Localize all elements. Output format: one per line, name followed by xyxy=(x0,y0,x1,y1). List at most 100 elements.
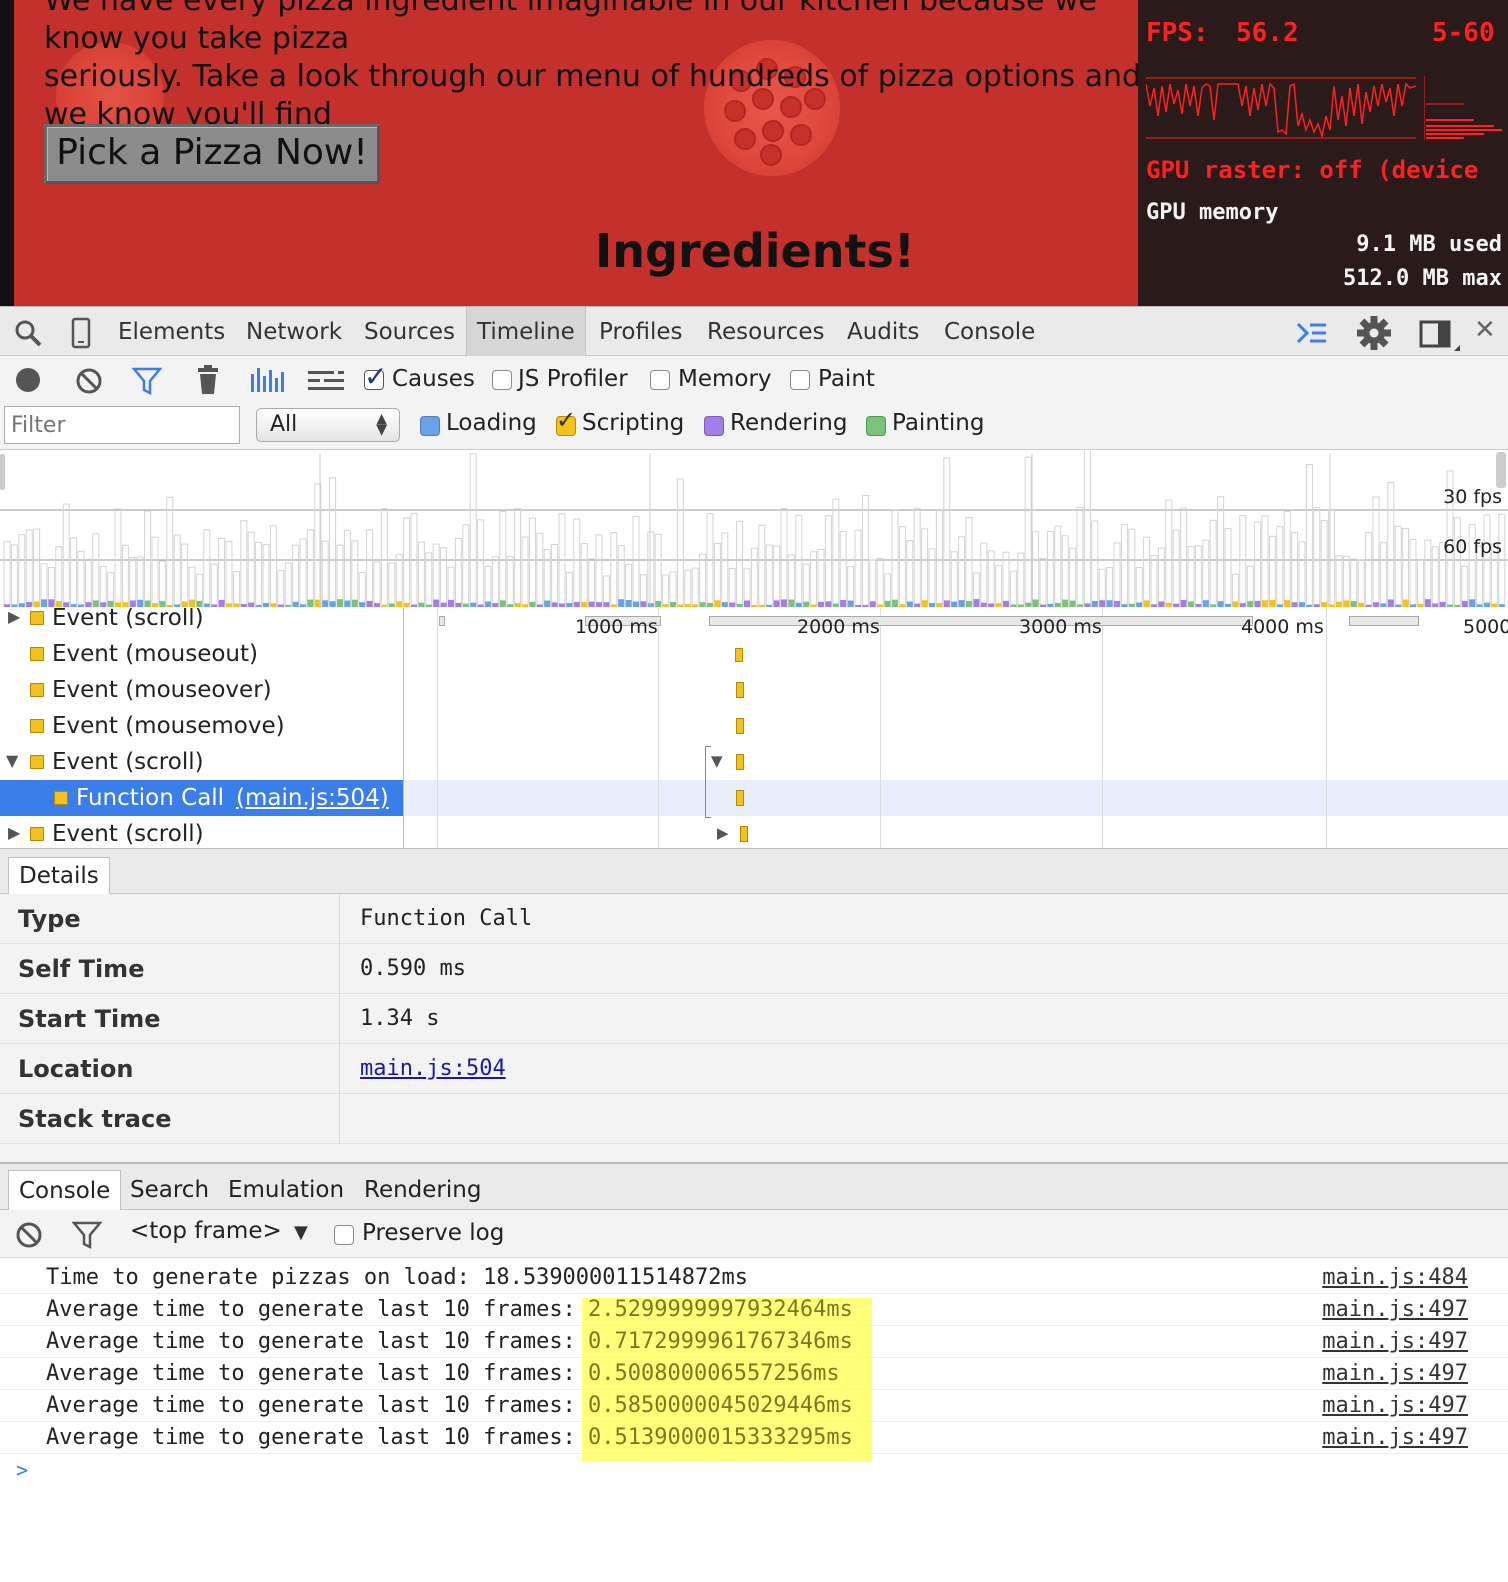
frame-bar xyxy=(750,547,758,607)
frame-bar xyxy=(329,477,337,607)
flame-view-icon[interactable] xyxy=(306,368,346,392)
search-icon[interactable] xyxy=(14,319,42,347)
tab-console[interactable]: Console xyxy=(934,307,1045,357)
pick-pizza-button[interactable]: Pick a Pizza Now! xyxy=(44,124,380,184)
frame-bar-fill xyxy=(92,600,99,607)
frame-bar-fill xyxy=(936,603,943,607)
frame-bar xyxy=(403,517,411,607)
expand-arrow-icon[interactable]: ▶ xyxy=(8,815,20,848)
frame-bar xyxy=(1017,552,1025,607)
frame-bar-fill xyxy=(470,602,477,607)
frame-bar-fill xyxy=(218,599,225,607)
record-row[interactable]: ▶ Event (scroll) xyxy=(0,608,403,636)
console-source-link[interactable]: main.js:484 xyxy=(1322,1262,1468,1294)
drawer-tab-rendering[interactable]: Rendering xyxy=(364,1170,481,1210)
record-row[interactable]: Event (mouseover) xyxy=(0,672,403,708)
rendering-checkbox[interactable] xyxy=(704,416,724,436)
console-source-link[interactable]: main.js:497 xyxy=(1322,1358,1468,1390)
tab-network[interactable]: Network xyxy=(236,307,352,357)
drawer-tab-emulation[interactable]: Emulation xyxy=(228,1170,344,1210)
frame-bar xyxy=(595,534,603,607)
frame-bar xyxy=(795,514,803,607)
category-select[interactable]: All ▲ ▼ xyxy=(256,408,400,442)
trash-icon[interactable] xyxy=(196,364,220,396)
frame-selector[interactable]: <top frame> xyxy=(130,1218,282,1244)
dropdown-arrow-icon[interactable]: ▼ xyxy=(294,1222,308,1243)
frame-bar xyxy=(1335,555,1343,607)
frame-bar xyxy=(928,548,936,607)
details-location-link[interactable]: main.js:504 xyxy=(360,1044,506,1094)
preserve-log-checkbox[interactable] xyxy=(334,1225,354,1245)
collapse-arrow-icon[interactable]: ▼ xyxy=(711,752,723,770)
dock-side-icon[interactable] xyxy=(1418,319,1462,353)
frame-bar xyxy=(1342,555,1350,607)
frame-bar-fill xyxy=(1491,603,1498,607)
painting-checkbox[interactable] xyxy=(866,416,886,436)
overview-right-handle[interactable] xyxy=(1496,452,1506,488)
record-bar[interactable] xyxy=(736,682,744,698)
console-source-link[interactable]: main.js:497 xyxy=(1322,1294,1468,1326)
console-prompt[interactable]: > xyxy=(16,1458,28,1482)
frame-bar xyxy=(743,568,751,607)
device-mode-icon[interactable] xyxy=(70,317,92,349)
tab-resources[interactable]: Resources xyxy=(697,307,834,357)
console-message-value: 0.7172999961767346ms xyxy=(588,1329,853,1354)
frame-bar-fill xyxy=(892,599,898,607)
record-row[interactable]: Event (mouseout) xyxy=(0,636,403,672)
frame-bar xyxy=(1350,558,1358,607)
filter-input[interactable] xyxy=(4,406,240,444)
gear-icon[interactable] xyxy=(1356,315,1392,351)
drawer-tab-console[interactable]: Console xyxy=(8,1170,122,1210)
tab-sources[interactable]: Sources xyxy=(354,307,465,357)
intro-line-1: We have every pizza ingredient imaginabl… xyxy=(44,0,1098,56)
record-bar[interactable] xyxy=(740,826,748,842)
record-bar[interactable] xyxy=(736,718,744,734)
frame-bar-fill xyxy=(248,602,255,607)
tab-elements[interactable]: Elements xyxy=(108,307,235,357)
clear-console-icon[interactable] xyxy=(14,1220,44,1250)
record-row-selected[interactable]: Function Call (main.js:504) xyxy=(0,780,403,816)
tab-profiles[interactable]: Profiles xyxy=(589,307,693,357)
frame-bar-fill xyxy=(4,604,10,607)
record-row[interactable]: ▼ Event (scroll) xyxy=(0,743,403,780)
record-icon[interactable] xyxy=(16,368,40,392)
timeline-records-grid[interactable]: 1000 ms 2000 ms 3000 ms 4000 ms 5000 ▼ ▶ xyxy=(405,608,1508,848)
record-bar[interactable] xyxy=(735,648,743,662)
console-message-text: Average time to generate last 10 frames: xyxy=(46,1297,590,1322)
drawer-tab-search[interactable]: Search xyxy=(130,1170,209,1210)
record-row[interactable]: Event (mousemove) xyxy=(0,708,403,744)
frame-bar-fill xyxy=(233,603,240,607)
console-source-link[interactable]: main.js:497 xyxy=(1322,1390,1468,1422)
record-label: Event (mouseout) xyxy=(52,641,259,667)
paint-checkbox[interactable] xyxy=(790,370,810,390)
tab-timeline[interactable]: Timeline xyxy=(466,307,586,357)
details-key: Type xyxy=(18,905,81,933)
console-filter-icon[interactable] xyxy=(72,1220,102,1250)
tab-audits[interactable]: Audits xyxy=(837,307,929,357)
record-row[interactable]: ▶ Event (scroll) xyxy=(0,815,403,848)
console-source-link[interactable]: main.js:497 xyxy=(1322,1326,1468,1358)
record-source-link[interactable]: (main.js:504) xyxy=(236,780,389,816)
devtools-tabbar: Elements Network Sources Timeline Profil… xyxy=(0,306,1508,357)
expand-arrow-icon[interactable]: ▶ xyxy=(717,824,729,842)
record-bar[interactable] xyxy=(736,754,744,770)
loading-checkbox[interactable] xyxy=(420,416,440,436)
console-message: Average time to generate last 10 frames:… xyxy=(0,1326,1508,1358)
clear-icon[interactable] xyxy=(74,366,104,396)
tab-details[interactable]: Details xyxy=(8,857,110,895)
console-source-link[interactable]: main.js:497 xyxy=(1322,1422,1468,1454)
frames-view-icon[interactable] xyxy=(250,366,290,394)
memory-checkbox[interactable] xyxy=(650,370,670,390)
expand-arrow-icon[interactable]: ▶ xyxy=(8,608,20,635)
overview-left-handle[interactable] xyxy=(0,454,5,490)
scripting-category-icon xyxy=(54,791,68,805)
console-drawer-icon[interactable] xyxy=(1296,321,1328,345)
collapse-arrow-icon[interactable]: ▼ xyxy=(6,743,18,779)
frame-bar xyxy=(580,543,588,607)
frame-bar xyxy=(440,547,448,607)
record-bar[interactable] xyxy=(736,790,744,806)
filter-icon[interactable] xyxy=(132,366,162,396)
close-icon[interactable]: ✕ xyxy=(1474,315,1496,345)
timeline-overview[interactable]: 30 fps 60 fps xyxy=(0,447,1508,608)
js-profiler-checkbox[interactable] xyxy=(492,370,512,390)
